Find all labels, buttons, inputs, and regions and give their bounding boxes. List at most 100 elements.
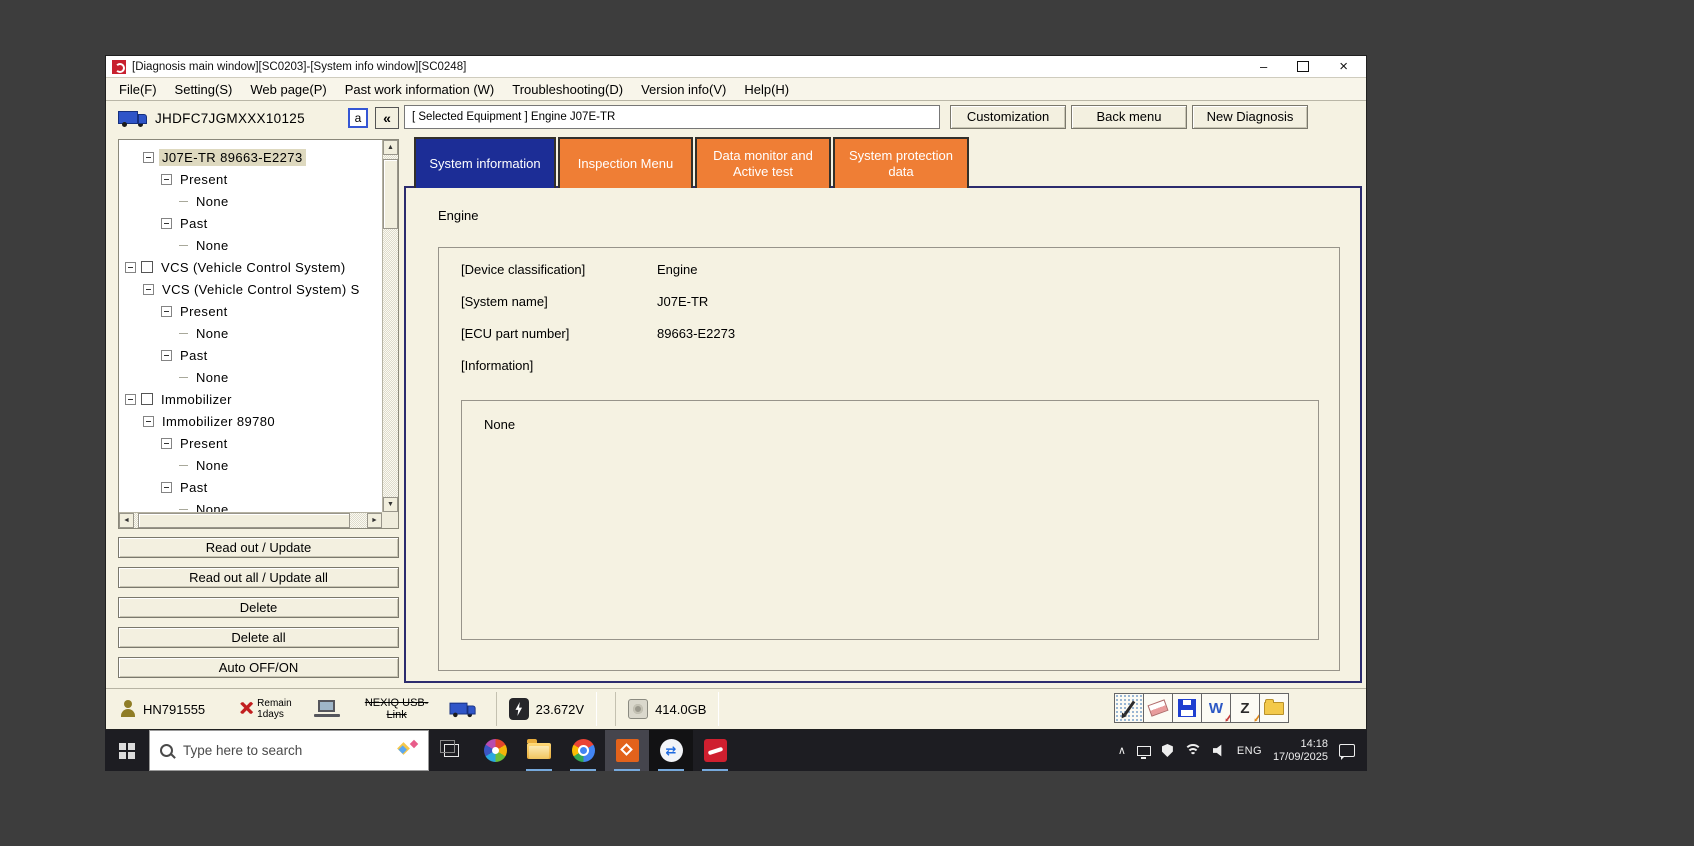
close-button[interactable]: × bbox=[1339, 59, 1348, 74]
tree-row[interactable]: Immobilizer bbox=[119, 388, 382, 410]
menu-item-version-info[interactable]: Version info(V) bbox=[632, 82, 735, 97]
maximize-button[interactable] bbox=[1297, 61, 1310, 72]
field-list: [Device classification] Engine [System nam… bbox=[439, 262, 1339, 390]
tree-expand-icon[interactable] bbox=[161, 173, 172, 185]
start-button[interactable] bbox=[105, 730, 149, 771]
tree-row[interactable]: Immobilizer 89780 bbox=[119, 410, 382, 432]
vertical-scroll-thumb[interactable] bbox=[383, 159, 398, 229]
read-out-all-update-all-button[interactable]: Read out all / Update all bbox=[118, 567, 399, 588]
windows-logo-icon bbox=[119, 742, 135, 759]
titlebar[interactable]: [Diagnosis main window][SC0203]-[System … bbox=[106, 56, 1366, 78]
taskbar-app-teamviewer[interactable]: ⇄ bbox=[649, 730, 693, 771]
eraser-button[interactable] bbox=[1143, 693, 1173, 723]
menu-item-help[interactable]: Help(H) bbox=[735, 82, 798, 97]
tree-row[interactable]: None bbox=[119, 190, 382, 212]
tray-network-icon[interactable] bbox=[1183, 744, 1202, 757]
tree-row[interactable]: None bbox=[119, 454, 382, 476]
tree-item-label: None bbox=[196, 237, 229, 253]
tree-expand-icon[interactable] bbox=[161, 481, 172, 493]
tray-monitor-icon[interactable] bbox=[1136, 745, 1151, 759]
delete-all-button[interactable]: Delete all bbox=[118, 627, 399, 648]
save-button[interactable] bbox=[1172, 693, 1202, 723]
menu-item-past-work-information[interactable]: Past work information (W) bbox=[336, 82, 504, 97]
tree-view[interactable]: J07E-TR 89663-E2273 Present None Past None VC… bbox=[119, 140, 382, 512]
tree-row[interactable]: None bbox=[119, 322, 382, 344]
tree-row[interactable]: VCS (Vehicle Control System) S bbox=[119, 278, 382, 300]
new-diagnosis-button[interactable]: New Diagnosis bbox=[1192, 104, 1308, 129]
scroll-right-button[interactable]: ► bbox=[367, 513, 382, 528]
horizontal-scrollbar[interactable]: ◄ ► bbox=[119, 512, 382, 528]
tab-system-protection-data[interactable]: System protection data bbox=[833, 137, 969, 188]
tree-expand-icon[interactable] bbox=[125, 261, 136, 273]
tree-leaf-line bbox=[179, 376, 188, 378]
auto-off-on-button[interactable]: Auto OFF/ON bbox=[118, 657, 399, 678]
menu-item-setting[interactable]: Setting(S) bbox=[166, 82, 242, 97]
menu-item-file[interactable]: File(F) bbox=[110, 82, 166, 97]
tree-expand-icon[interactable] bbox=[161, 217, 172, 229]
tree-row[interactable]: J07E-TR 89663-E2273 bbox=[119, 146, 382, 168]
taskbar-app-file-explorer[interactable] bbox=[517, 730, 561, 771]
search-icon bbox=[160, 744, 173, 757]
font-toggle-button[interactable]: a bbox=[348, 108, 368, 128]
license-remain-text: Remain 1days bbox=[257, 698, 292, 720]
task-view-button[interactable] bbox=[429, 730, 473, 771]
taskbar-app-hino[interactable] bbox=[693, 730, 737, 771]
tray-clock[interactable]: 14:18 17/09/2025 bbox=[1273, 738, 1328, 764]
tree-row[interactable]: Past bbox=[119, 476, 382, 498]
tree-item-label: VCS (Vehicle Control System) bbox=[161, 259, 346, 275]
tab-inspection-menu[interactable]: Inspection Menu bbox=[558, 137, 693, 188]
collapse-panel-button[interactable]: « bbox=[375, 107, 399, 129]
tree-row[interactable]: None bbox=[119, 234, 382, 256]
tree-expand-icon[interactable] bbox=[161, 305, 172, 317]
app-logo-icon bbox=[112, 59, 126, 74]
tree-expand-icon[interactable] bbox=[143, 415, 154, 427]
word-report-button[interactable]: W bbox=[1201, 693, 1232, 723]
tree-row[interactable]: VCS (Vehicle Control System) bbox=[119, 256, 382, 278]
menu-item-troubleshooting[interactable]: Troubleshooting(D) bbox=[503, 82, 632, 97]
scroll-down-button[interactable]: ▼ bbox=[383, 497, 398, 512]
tree-checkbox[interactable] bbox=[141, 261, 153, 273]
tray-volume-icon[interactable] bbox=[1212, 744, 1222, 757]
tree-leaf-line bbox=[179, 200, 188, 202]
tree-expand-icon[interactable] bbox=[143, 283, 154, 295]
back-menu-button[interactable]: Back menu bbox=[1071, 104, 1187, 129]
tree-expand-icon[interactable] bbox=[161, 349, 172, 361]
tree-expand-icon[interactable] bbox=[125, 393, 136, 405]
user-icon bbox=[120, 700, 136, 718]
tree-row[interactable]: Past bbox=[119, 212, 382, 234]
handwriting-input-button[interactable] bbox=[1114, 693, 1144, 723]
horizontal-scroll-thumb[interactable] bbox=[138, 513, 350, 528]
tray-chevron-icon[interactable]: ∧ bbox=[1118, 744, 1126, 757]
vertical-scrollbar[interactable]: ▲ ▼ bbox=[382, 140, 398, 512]
taskbar-search[interactable] bbox=[149, 730, 429, 771]
tree-row[interactable]: Present bbox=[119, 432, 382, 454]
tree-row[interactable]: None bbox=[119, 366, 382, 388]
tab-data-monitor-and-active-test[interactable]: Data monitor and Active test bbox=[695, 137, 831, 188]
scroll-left-button[interactable]: ◄ bbox=[119, 513, 134, 528]
tree-row[interactable]: Present bbox=[119, 168, 382, 190]
tree-row[interactable]: None bbox=[119, 498, 382, 512]
scroll-up-button[interactable]: ▲ bbox=[383, 140, 398, 155]
tree-row[interactable]: Present bbox=[119, 300, 382, 322]
minimize-button[interactable]: – bbox=[1260, 60, 1267, 73]
tree-expand-icon[interactable] bbox=[143, 151, 154, 163]
menu-item-web-page[interactable]: Web page(P) bbox=[241, 82, 335, 97]
delete-button[interactable]: Delete bbox=[118, 597, 399, 618]
tab-system-information[interactable]: System information bbox=[414, 137, 556, 188]
memo-edit-button[interactable]: Z bbox=[1230, 693, 1263, 723]
tree-leaf-line bbox=[179, 464, 188, 466]
taskbar-app-chrome[interactable] bbox=[561, 730, 605, 771]
tree-row[interactable]: Past bbox=[119, 344, 382, 366]
open-folder-button[interactable] bbox=[1259, 693, 1289, 723]
tree-expand-icon[interactable] bbox=[161, 437, 172, 449]
action-center-icon[interactable] bbox=[1339, 744, 1355, 760]
tray-language[interactable]: ENG bbox=[1237, 745, 1262, 757]
tree-item-label: None bbox=[196, 369, 229, 385]
customization-button[interactable]: Customization bbox=[950, 104, 1066, 129]
tree-checkbox[interactable] bbox=[141, 393, 153, 405]
read-out-update-button[interactable]: Read out / Update bbox=[118, 537, 399, 558]
taskbar-app-diagnosis[interactable] bbox=[605, 730, 649, 771]
search-input[interactable] bbox=[181, 742, 388, 759]
taskbar-app-pinwheel[interactable] bbox=[473, 730, 517, 771]
tray-security-icon[interactable] bbox=[1161, 744, 1173, 757]
